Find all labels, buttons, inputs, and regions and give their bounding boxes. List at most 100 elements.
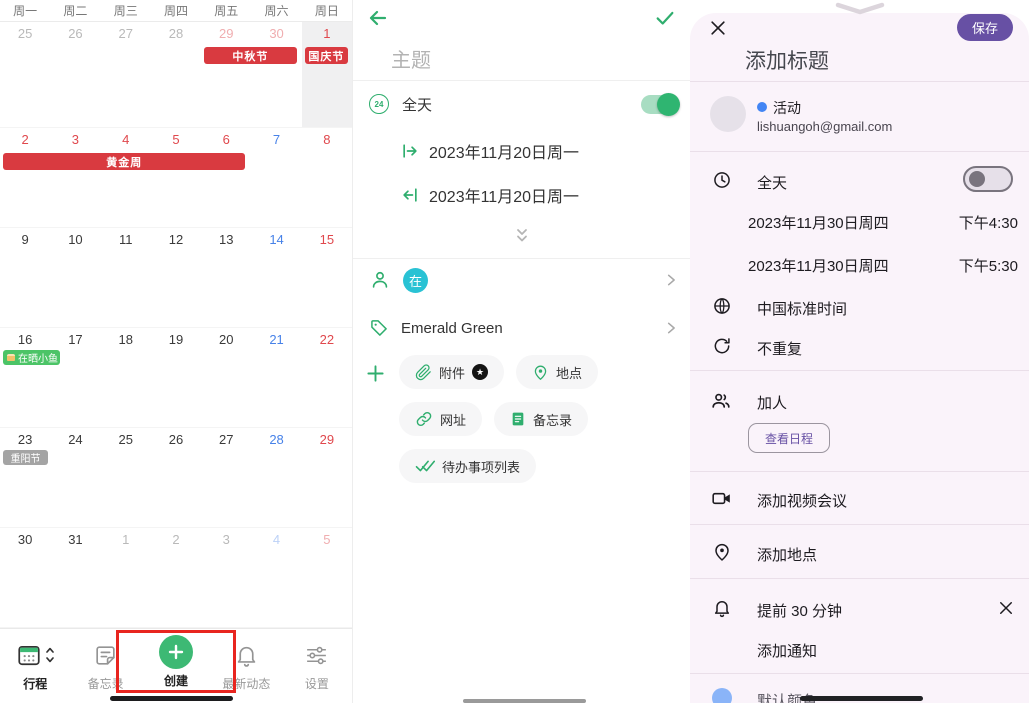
location-chip[interactable]: 地点 xyxy=(516,355,598,389)
end-time-value[interactable]: 下午5:30 xyxy=(959,255,1018,276)
calendar-day[interactable]: 27 xyxy=(201,428,251,527)
add-people-label[interactable]: 加人 xyxy=(757,392,787,413)
event-type-label[interactable]: 活动 xyxy=(773,98,801,118)
timezone-value[interactable]: 中国标准时间 xyxy=(757,298,847,319)
calendar-day[interactable]: 2 xyxy=(151,528,201,627)
calendar-week-row: 23242526272829 重阳节 xyxy=(0,428,352,528)
calendar-day[interactable]: 30 xyxy=(251,22,301,127)
nav-label: 行程 xyxy=(23,675,47,692)
calendar-day[interactable]: 3 xyxy=(201,528,251,627)
add-field-button[interactable] xyxy=(366,364,385,383)
calendar-day[interactable]: 26 xyxy=(151,428,201,527)
calendar-day[interactable]: 26 xyxy=(50,22,100,127)
calendar-day[interactable]: 21 xyxy=(251,328,301,427)
todo-list-chip[interactable]: 待办事项列表 xyxy=(399,449,536,483)
confirm-button[interactable] xyxy=(654,7,676,29)
calendar-day[interactable]: 5 xyxy=(302,528,352,627)
sheet-drag-handle-icon[interactable] xyxy=(833,1,887,16)
calendar-day[interactable]: 9 xyxy=(0,228,50,327)
calendar-day[interactable]: 25 xyxy=(0,22,50,127)
attachment-chip[interactable]: 附件 xyxy=(399,355,504,389)
nav-schedule[interactable]: 行程 xyxy=(0,629,70,703)
title-input[interactable]: 添加标题 xyxy=(745,45,829,75)
calendar-day[interactable]: 19 xyxy=(151,328,201,427)
add-video-label[interactable]: 添加视频会议 xyxy=(757,490,847,511)
calendar-day[interactable]: 10 xyxy=(50,228,100,327)
calendar-day[interactable]: 27 xyxy=(101,22,151,127)
calendar-day[interactable]: 30 xyxy=(0,528,50,627)
calendar-day[interactable]: 5 xyxy=(151,128,201,227)
calendar-day[interactable]: 20 xyxy=(201,328,251,427)
calendar-day[interactable]: 18 xyxy=(101,328,151,427)
calendar-day[interactable]: 2 xyxy=(0,128,50,227)
start-date-row[interactable]: 2023年11月20日周一 xyxy=(400,139,579,163)
title-input[interactable]: 主题 xyxy=(391,44,431,73)
save-button[interactable]: 保存 xyxy=(957,14,1013,41)
day-number: 31 xyxy=(50,532,100,547)
event-badge[interactable]: 重阳节 xyxy=(3,450,48,465)
day-number: 14 xyxy=(251,232,301,247)
calendar-day[interactable]: 28 xyxy=(151,22,201,127)
calendar-day[interactable]: 7 xyxy=(251,128,301,227)
calendar-day[interactable]: 11 xyxy=(101,228,151,327)
end-date-value[interactable]: 2023年11月30日周四 xyxy=(748,255,889,276)
calendar-day[interactable]: 22 xyxy=(302,328,352,427)
calendar-day[interactable]: 29 xyxy=(302,428,352,527)
calendar-day[interactable]: 8 xyxy=(302,128,352,227)
holiday-banner[interactable]: 黄金周 xyxy=(3,153,245,170)
calendar-day[interactable]: 1 xyxy=(101,528,151,627)
calendar-day[interactable]: 4 xyxy=(101,128,151,227)
calendar-day[interactable]: 24 xyxy=(50,428,100,527)
home-indicator xyxy=(463,699,586,703)
end-date-row[interactable]: 2023年11月20日周一 xyxy=(400,183,579,207)
holiday-banner[interactable]: 国庆节 xyxy=(305,47,348,64)
calendar-week-row: 9101112131415 xyxy=(0,228,352,328)
event-type-color-dot xyxy=(757,102,767,112)
day-number: 30 xyxy=(251,26,301,41)
all-day-toggle[interactable] xyxy=(641,95,678,114)
day-number: 27 xyxy=(201,432,251,447)
nav-settings[interactable]: 设置 xyxy=(282,629,352,703)
weekday-label: 周日 xyxy=(302,2,352,19)
calendar-day[interactable]: 13 xyxy=(201,228,251,327)
screenshot-root: 周一周二周三周四周五周六周日 2526272829301中秋节国庆节234567… xyxy=(0,0,1029,703)
event-color-row[interactable]: Emerald Green xyxy=(369,314,678,342)
event-badge[interactable]: 在晒小鱼 xyxy=(3,350,60,365)
notification-value[interactable]: 提前 30 分钟 xyxy=(757,600,842,621)
calendar-day[interactable]: 6 xyxy=(201,128,251,227)
repeat-value[interactable]: 不重复 xyxy=(757,338,802,359)
chip-label: 地点 xyxy=(556,363,582,382)
add-location-label[interactable]: 添加地点 xyxy=(757,544,817,565)
calendar-day[interactable]: 3 xyxy=(50,128,100,227)
start-date-value[interactable]: 2023年11月30日周四 xyxy=(748,212,889,233)
calendar-day[interactable]: 28 xyxy=(251,428,301,527)
memo-chip[interactable]: 备忘录 xyxy=(494,402,588,436)
divider xyxy=(690,370,1029,371)
attendee-row[interactable]: 在 xyxy=(369,266,678,294)
holiday-banner[interactable]: 中秋节 xyxy=(204,47,297,64)
add-notification-label[interactable]: 添加通知 xyxy=(757,640,817,661)
sliders-icon xyxy=(304,643,329,668)
all-day-toggle[interactable] xyxy=(963,166,1013,192)
calendar-day[interactable]: 29 xyxy=(201,22,251,127)
calendar-day[interactable]: 17 xyxy=(50,328,100,427)
calendar-day[interactable]: 16 xyxy=(0,328,50,427)
close-button[interactable] xyxy=(708,18,728,38)
calendar-day[interactable]: 23 xyxy=(0,428,50,527)
remove-notification-button[interactable] xyxy=(997,599,1015,617)
check-icon xyxy=(654,7,676,29)
calendar-day[interactable]: 31 xyxy=(50,528,100,627)
url-chip[interactable]: 网址 xyxy=(399,402,482,436)
calendar-day[interactable]: 1 xyxy=(302,22,352,127)
calendar-day[interactable]: 25 xyxy=(101,428,151,527)
calendar-day[interactable]: 12 xyxy=(151,228,201,327)
day-number: 21 xyxy=(251,332,301,347)
calendar-day[interactable]: 14 xyxy=(251,228,301,327)
view-schedule-button[interactable]: 查看日程 xyxy=(748,423,830,453)
calendar-day[interactable]: 4 xyxy=(251,528,301,627)
updown-chevrons-icon xyxy=(45,645,55,665)
start-time-value[interactable]: 下午4:30 xyxy=(959,212,1018,233)
back-button[interactable] xyxy=(366,6,390,30)
calendar-day[interactable]: 15 xyxy=(302,228,352,327)
expand-more-button[interactable] xyxy=(353,227,690,245)
